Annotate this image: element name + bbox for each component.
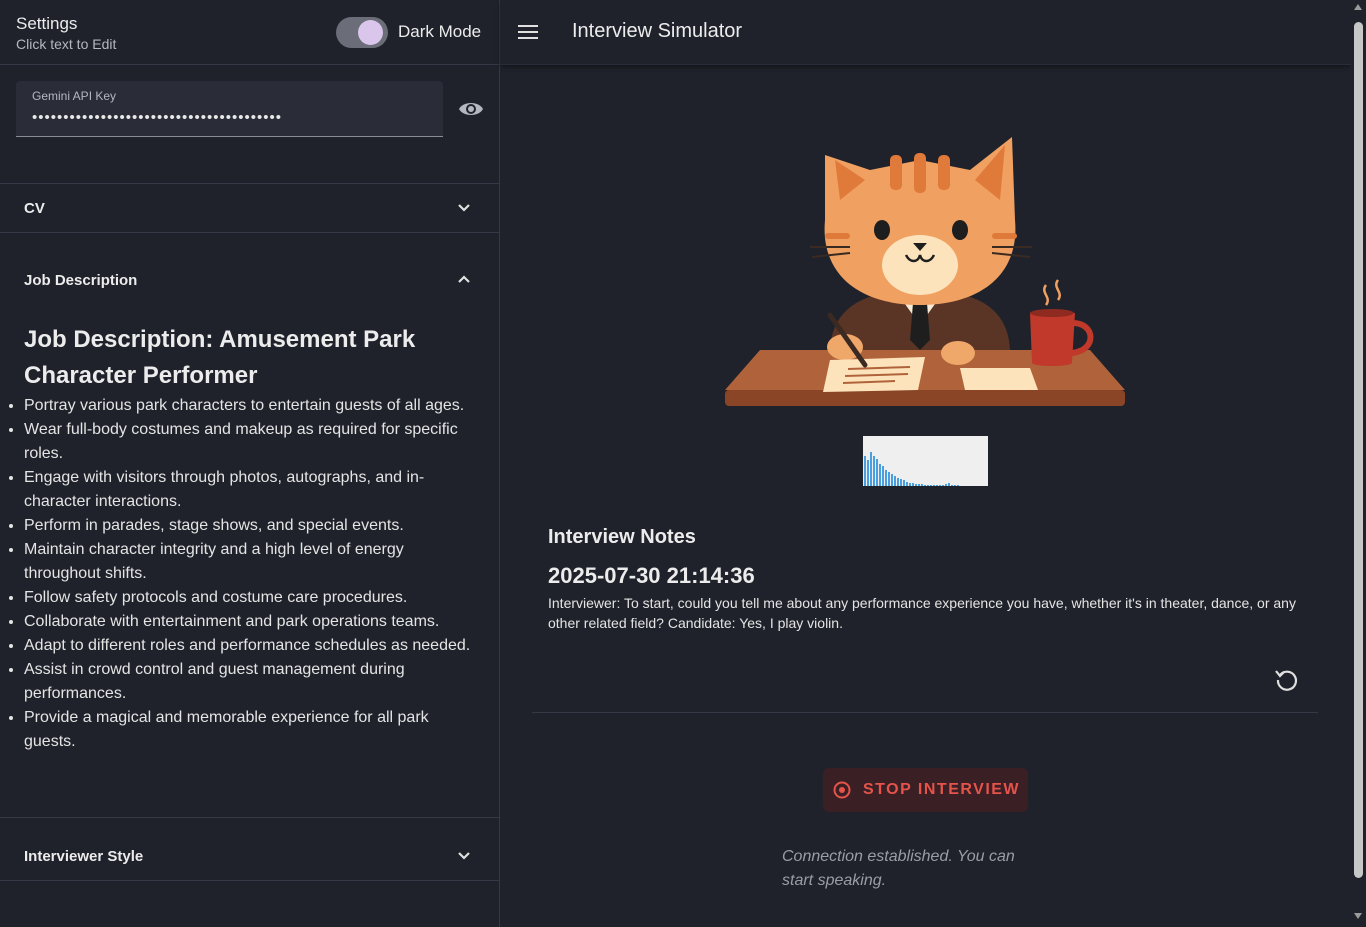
waveform-bar [909, 483, 911, 486]
waveform-bar [873, 456, 875, 486]
scroll-up-arrow[interactable] [1354, 4, 1362, 10]
waveform-bar [921, 484, 923, 486]
accordion-cv[interactable]: CV [0, 183, 499, 233]
page-scrollbar[interactable] [1351, 0, 1366, 927]
interview-notes-title: Interview Notes [548, 526, 696, 548]
dark-mode-toggle[interactable] [336, 17, 388, 48]
chevron-down-icon [454, 846, 474, 866]
accordion-cv-label: CV [24, 200, 45, 217]
scroll-thumb[interactable] [1354, 22, 1363, 878]
waveform-bar [918, 484, 920, 486]
cat-interviewer-illustration [720, 125, 1130, 415]
interview-notes-date: 2025-07-30 21:14:36 [548, 563, 755, 588]
api-key-label: Gemini API Key [32, 89, 117, 103]
interview-notes-text: Interviewer: To start, could you tell me… [548, 595, 1296, 631]
refresh-icon[interactable] [1274, 667, 1300, 693]
waveform-bar [948, 483, 950, 486]
job-description-item: Engage with visitors through photos, aut… [24, 466, 474, 514]
waveform-bar [894, 476, 896, 486]
waveform-bar [903, 480, 905, 486]
show-password-eye-icon[interactable] [457, 97, 485, 121]
settings-subtitle: Click text to Edit [16, 36, 117, 52]
job-description-list: Portray various park characters to enter… [24, 394, 474, 754]
waveform-bar [867, 460, 869, 486]
job-description-item: Provide a magical and memorable experien… [24, 706, 474, 754]
api-key-input[interactable]: •••••••••••••••••••••••••••••••••••••••• [32, 109, 412, 126]
connection-status: Connection established. You can start sp… [782, 848, 1015, 889]
waveform-bar [876, 459, 878, 486]
job-description-item: Maintain character integrity and a high … [24, 538, 474, 586]
accordion-job-description-label[interactable]: Job Description [24, 272, 137, 289]
job-description-item: Portray various park characters to enter… [24, 394, 474, 418]
toggle-knob [358, 20, 383, 45]
waveform-bar [906, 482, 908, 486]
stop-interview-label: STOP INTERVIEW [863, 781, 1021, 798]
waveform-bar [927, 485, 929, 486]
settings-header: Settings Click text to Edit Dark Mode [0, 0, 499, 65]
accordion-interviewer-style[interactable]: Interviewer Style [0, 832, 499, 881]
waveform-bar [945, 484, 947, 486]
app-title: Interview Simulator [572, 20, 743, 42]
waveform-bar [933, 485, 935, 486]
waveform-bar [879, 464, 881, 486]
job-description-item: Collaborate with entertainment and park … [24, 610, 474, 634]
waveform-bar [936, 485, 938, 486]
waveform-bar [939, 485, 941, 486]
waveform-bar [897, 478, 899, 486]
waveform-bar [870, 452, 872, 486]
api-key-field[interactable]: Gemini API Key •••••••••••••••••••••••••… [16, 81, 443, 137]
waveform-bar [882, 466, 884, 486]
settings-title[interactable]: Settings [16, 14, 77, 34]
stop-circle-icon [833, 781, 851, 799]
stop-interview-button[interactable]: STOP INTERVIEW [823, 768, 1028, 812]
settings-sidebar: Settings Click text to Edit Dark Mode Ge… [0, 0, 500, 927]
scroll-down-arrow[interactable] [1354, 913, 1362, 919]
audio-waveform [863, 436, 988, 486]
waveform-bar [954, 485, 956, 486]
waveform-bar [912, 483, 914, 486]
dark-mode-label: Dark Mode [398, 22, 482, 41]
waveform-bar [888, 472, 890, 486]
job-description-item: Assist in crowd control and guest manage… [24, 658, 474, 706]
job-description-heading: Job Description: Amusement Park Characte… [24, 326, 416, 389]
job-description-item: Wear full-body costumes and makeup as re… [24, 418, 474, 466]
job-description-item: Follow safety protocols and costume care… [24, 586, 474, 610]
job-description-item: Perform in parades, stage shows, and spe… [24, 514, 474, 538]
waveform-bar [951, 485, 953, 486]
chevron-up-icon[interactable] [454, 269, 474, 289]
chevron-down-icon [454, 198, 474, 218]
waveform-bar [885, 470, 887, 486]
waveform-bar [957, 485, 959, 486]
waveform-bar [864, 456, 866, 486]
notes-divider [532, 712, 1318, 713]
waveform-bar [942, 485, 944, 486]
menu-icon[interactable] [517, 22, 539, 42]
waveform-bar [924, 485, 926, 486]
waveform-bar [930, 485, 932, 486]
accordion-interviewer-style-label: Interviewer Style [24, 848, 144, 865]
job-description-item: Adapt to different roles and performance… [24, 634, 474, 658]
waveform-bar [915, 484, 917, 486]
waveform-bar [891, 474, 893, 486]
waveform-bar [900, 479, 902, 486]
